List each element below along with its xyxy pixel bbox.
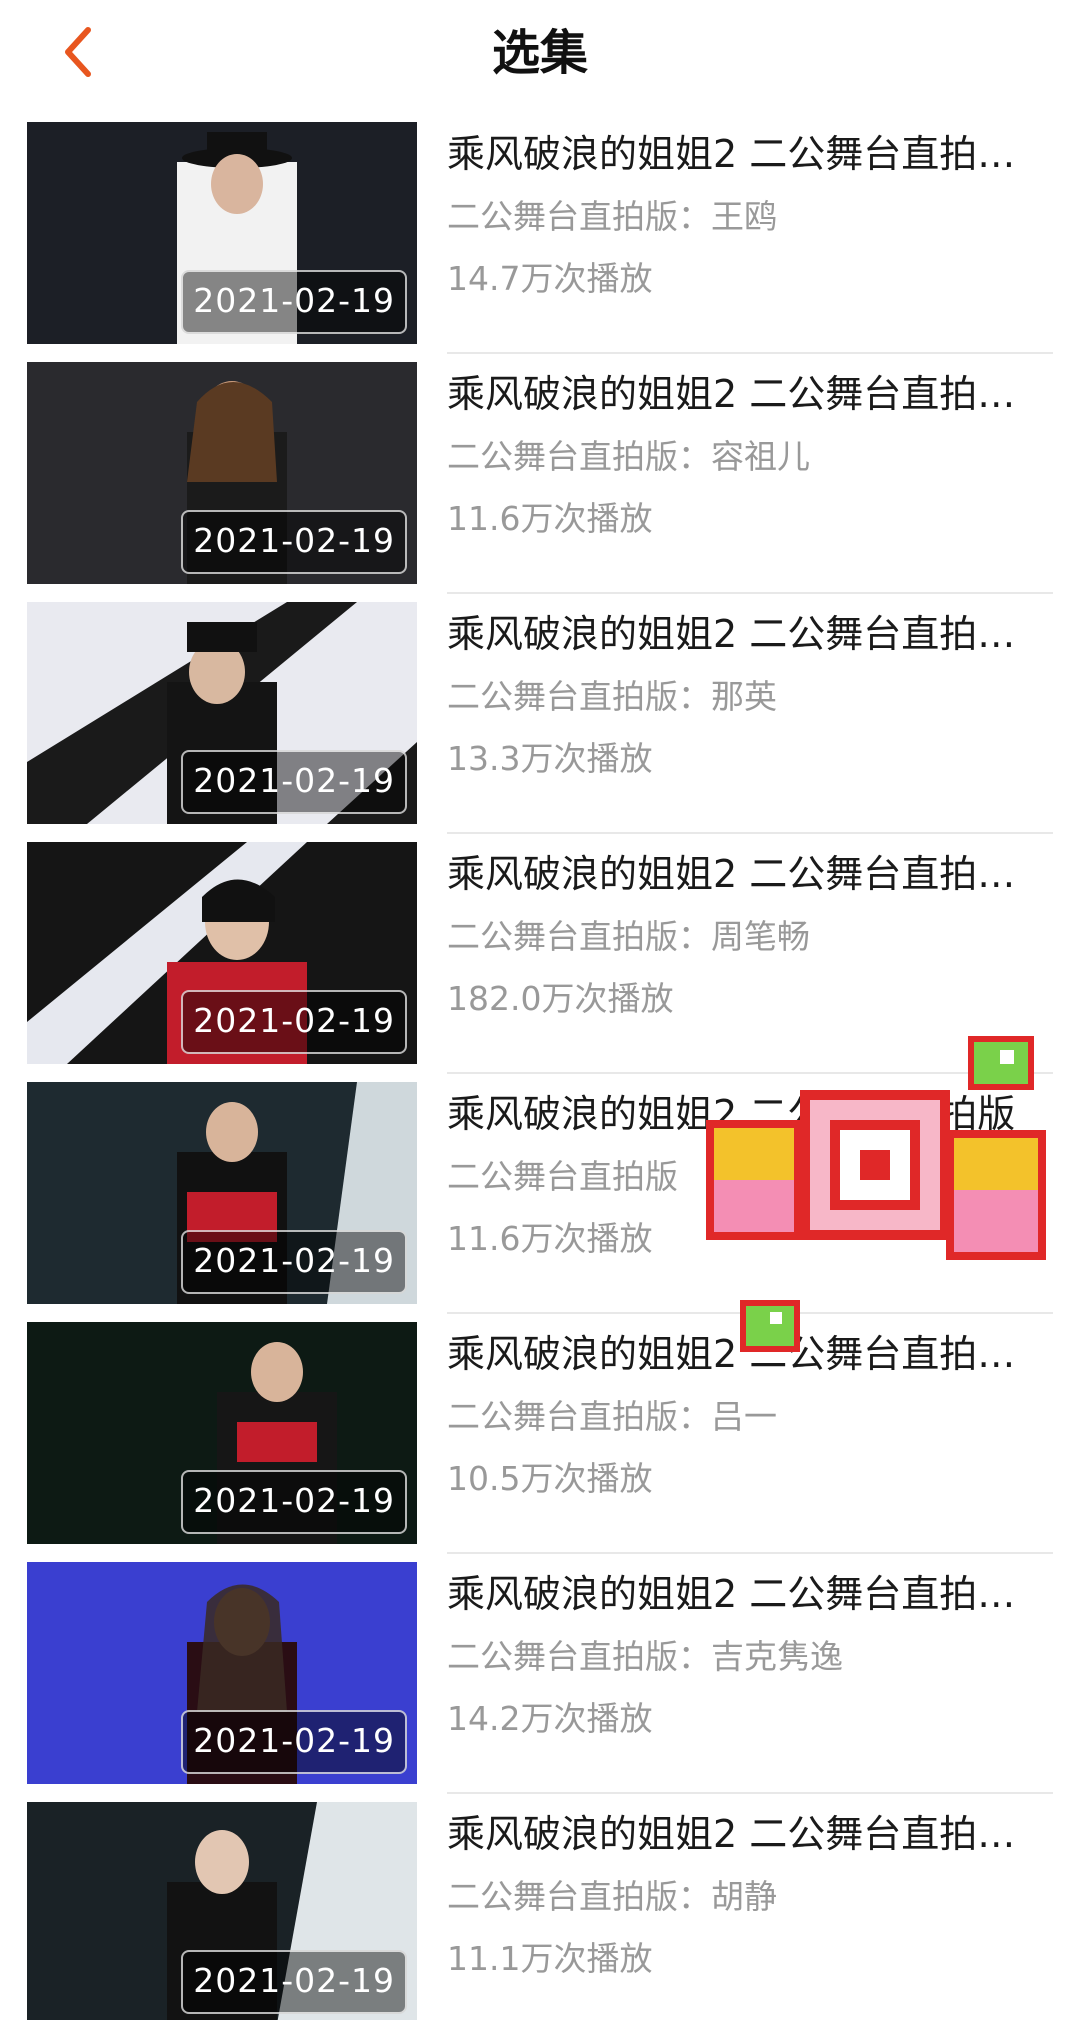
view-count: 11.6万次播放 (447, 1219, 653, 1258)
episode-info: 乘风破浪的姐姐2 二公舞台直拍版：胡静 二公舞台直拍版：胡静 11.1万次播放 (447, 1802, 1053, 2020)
episode-item[interactable]: 2021-02-19 乘风破浪的姐姐2 二公舞台直拍版：吕一 二公舞台直拍版：吕… (0, 1322, 1080, 1562)
episode-thumbnail[interactable]: 2021-02-19 (27, 842, 417, 1064)
divider (447, 1072, 1053, 1074)
episode-item[interactable]: 2021-02-19 乘风破浪的姐姐2 二公舞台直拍版：吉克隽逸 二公舞台直拍版… (0, 1562, 1080, 1802)
episode-item[interactable]: 2021-02-19 乘风破浪的姐姐2 二公舞台直拍版：王鸥 二公舞台直拍版：王… (0, 122, 1080, 362)
episode-info: 乘风破浪的姐姐2 二公舞台直拍版：吕一 二公舞台直拍版：吕一 10.5万次播放 (447, 1322, 1053, 1544)
view-count: 11.1万次播放 (447, 1939, 653, 1978)
episode-item[interactable]: 2021-02-19 乘风破浪的姐姐2 二公舞台直拍版：容祖儿 二公舞台直拍版：… (0, 362, 1080, 602)
episode-subtitle: 二公舞台直拍版：容祖儿 (447, 437, 810, 476)
episode-subtitle: 二公舞台直拍版：周笔畅 (447, 917, 810, 956)
episode-title[interactable]: 乘风破浪的姐姐2 二公舞台直拍版：容祖儿 (447, 368, 1053, 420)
divider (447, 592, 1053, 594)
episode-list: 2021-02-19 乘风破浪的姐姐2 二公舞台直拍版：王鸥 二公舞台直拍版：王… (0, 122, 1080, 2020)
episode-item[interactable]: 2021-02-19 乘风破浪的姐姐2 二公舞台直拍版：那英 二公舞台直拍版：那… (0, 602, 1080, 842)
episode-title[interactable]: 乘风破浪的姐姐2 二公舞台直拍版：吕一 (447, 1328, 1053, 1380)
view-count: 14.2万次播放 (447, 1699, 653, 1738)
episode-list-page: 选集 2021-02-19 乘风破浪的姐姐2 二公舞台直拍版：王鸥 二公舞台直拍… (0, 0, 1080, 2020)
episode-title[interactable]: 乘风破浪的姐姐2 二公舞台直拍版：王鸥 (447, 128, 1053, 180)
episode-item[interactable]: 2021-02-19 乘风破浪的姐姐2 二公舞台直拍版 二公舞台直拍版 11.6… (0, 1082, 1080, 1322)
episode-info: 乘风破浪的姐姐2 二公舞台直拍版：容祖儿 二公舞台直拍版：容祖儿 11.6万次播… (447, 362, 1053, 584)
view-count: 10.5万次播放 (447, 1459, 653, 1498)
episode-thumbnail[interactable]: 2021-02-19 (27, 1562, 417, 1784)
episode-title[interactable]: 乘风破浪的姐姐2 二公舞台直拍版：那英 (447, 608, 1053, 660)
episode-thumbnail[interactable]: 2021-02-19 (27, 1322, 417, 1544)
episode-subtitle: 二公舞台直拍版：胡静 (447, 1877, 777, 1916)
episode-thumbnail[interactable]: 2021-02-19 (27, 1802, 417, 2020)
episode-title[interactable]: 乘风破浪的姐姐2 二公舞台直拍版：胡静 (447, 1808, 1053, 1860)
date-badge: 2021-02-19 (181, 1470, 407, 1534)
view-count: 182.0万次播放 (447, 979, 674, 1018)
episode-info: 乘风破浪的姐姐2 二公舞台直拍版 二公舞台直拍版 11.6万次播放 (447, 1082, 1053, 1304)
date-badge: 2021-02-19 (181, 1950, 407, 2014)
episode-title[interactable]: 乘风破浪的姐姐2 二公舞台直拍版：周笔畅 (447, 848, 1053, 900)
date-badge: 2021-02-19 (181, 1230, 407, 1294)
episode-thumbnail[interactable]: 2021-02-19 (27, 122, 417, 344)
view-count: 11.6万次播放 (447, 499, 653, 538)
date-badge: 2021-02-19 (181, 270, 407, 334)
divider (447, 352, 1053, 354)
date-badge: 2021-02-19 (181, 1710, 407, 1774)
episode-subtitle: 二公舞台直拍版：那英 (447, 677, 777, 716)
view-count: 14.7万次播放 (447, 259, 653, 298)
episode-subtitle: 二公舞台直拍版 (447, 1157, 678, 1196)
divider (447, 1312, 1053, 1314)
episode-item[interactable]: 2021-02-19 乘风破浪的姐姐2 二公舞台直拍版：周笔畅 二公舞台直拍版：… (0, 842, 1080, 1082)
episode-thumbnail[interactable]: 2021-02-19 (27, 362, 417, 584)
divider (447, 1552, 1053, 1554)
episode-info: 乘风破浪的姐姐2 二公舞台直拍版：吉克隽逸 二公舞台直拍版：吉克隽逸 14.2万… (447, 1562, 1053, 1784)
divider (447, 832, 1053, 834)
episode-item[interactable]: 2021-02-19 乘风破浪的姐姐2 二公舞台直拍版：胡静 二公舞台直拍版：胡… (0, 1802, 1080, 2020)
date-badge: 2021-02-19 (181, 990, 407, 1054)
episode-info: 乘风破浪的姐姐2 二公舞台直拍版：王鸥 二公舞台直拍版：王鸥 14.7万次播放 (447, 122, 1053, 344)
top-bar: 选集 (0, 0, 1080, 108)
date-badge: 2021-02-19 (181, 750, 407, 814)
divider (447, 1792, 1053, 1794)
episode-title[interactable]: 乘风破浪的姐姐2 二公舞台直拍版 (447, 1088, 1053, 1140)
episode-info: 乘风破浪的姐姐2 二公舞台直拍版：周笔畅 二公舞台直拍版：周笔畅 182.0万次… (447, 842, 1053, 1064)
date-badge: 2021-02-19 (181, 510, 407, 574)
page-title: 选集 (491, 25, 588, 81)
episode-title[interactable]: 乘风破浪的姐姐2 二公舞台直拍版：吉克隽逸 (447, 1568, 1053, 1620)
episode-info: 乘风破浪的姐姐2 二公舞台直拍版：那英 二公舞台直拍版：那英 13.3万次播放 (447, 602, 1053, 824)
episode-subtitle: 二公舞台直拍版：吉克隽逸 (447, 1637, 843, 1676)
episode-thumbnail[interactable]: 2021-02-19 (27, 602, 417, 824)
episode-thumbnail[interactable]: 2021-02-19 (27, 1082, 417, 1304)
episode-subtitle: 二公舞台直拍版：王鸥 (447, 197, 777, 236)
episode-subtitle: 二公舞台直拍版：吕一 (447, 1397, 777, 1436)
view-count: 13.3万次播放 (447, 739, 653, 778)
